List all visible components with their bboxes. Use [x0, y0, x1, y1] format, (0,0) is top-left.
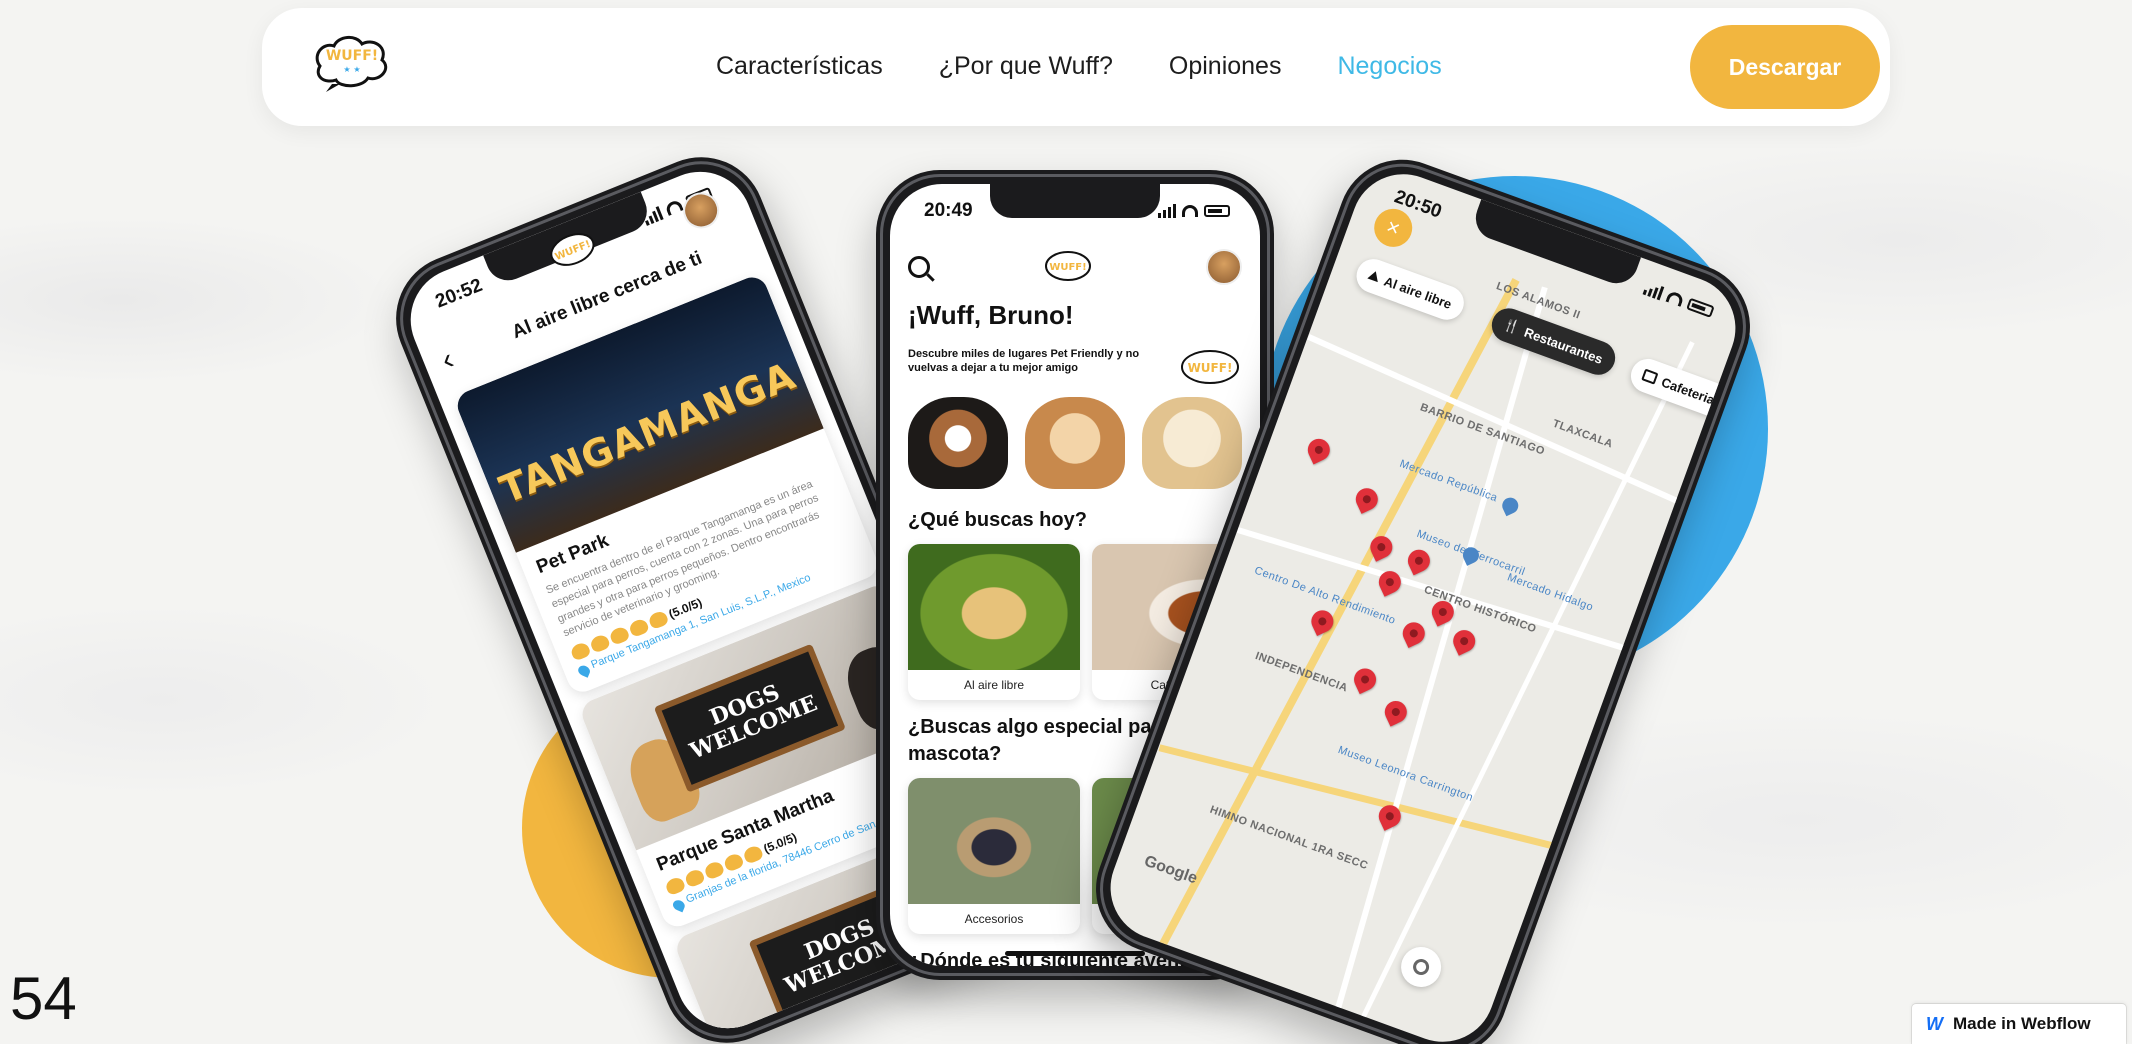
filter-chip-restaurantes[interactable]: 🍴 Restaurantes — [1487, 303, 1620, 380]
map-marker[interactable] — [1381, 697, 1411, 727]
signal-icon — [1642, 281, 1665, 301]
category-image — [908, 544, 1080, 670]
location-pin-icon — [576, 663, 592, 678]
coffee-cup-icon — [1641, 368, 1659, 385]
dog-image — [1141, 397, 1242, 489]
paw-icon — [647, 609, 670, 630]
paw-icon — [663, 875, 687, 896]
status-icons — [1158, 204, 1230, 218]
category-card-al-aire-libre[interactable]: Al aire libre — [908, 544, 1080, 700]
status-time: 20:49 — [924, 200, 973, 221]
chip-label: Restaurantes — [1522, 324, 1605, 367]
map-label: Mercado Hidalgo — [1505, 571, 1595, 614]
chip-label: Al aire libre — [1382, 273, 1454, 312]
svg-text:WUFF!: WUFF! — [1188, 361, 1233, 375]
map-marker[interactable] — [1404, 546, 1434, 576]
home-indicator — [1005, 951, 1145, 956]
battery-icon — [1204, 205, 1230, 217]
signal-icon — [1158, 204, 1176, 218]
category-card-accesorios[interactable]: Accesorios — [908, 778, 1080, 934]
banner-text: Descubre miles de lugares Pet Friendly y… — [908, 348, 1140, 375]
tree-icon: ⛰ — [1366, 266, 1382, 285]
paw-icon — [722, 851, 745, 873]
wuff-banner-logo: WUFF! — [1181, 350, 1239, 384]
category-label: Accesorios — [964, 912, 1024, 926]
dog-image — [1024, 397, 1126, 489]
fork-knife-icon: 🍴 — [1501, 316, 1523, 336]
wuff-small-logo: WUFF! — [1045, 251, 1091, 281]
wifi-icon — [1182, 205, 1198, 217]
page-number: 54 — [10, 965, 77, 1032]
map-label: HIMNO NACIONAL 1RA SECC — [1208, 803, 1370, 873]
location-pin-icon — [671, 898, 687, 912]
place-image-sign: DOGS WELCOME — [653, 643, 846, 793]
avatar[interactable] — [1206, 249, 1242, 285]
webflow-badge-label: Made in Webflow — [1953, 1014, 2091, 1033]
paw-icon — [588, 632, 611, 654]
dog-image — [908, 397, 1009, 489]
search-icon[interactable] — [908, 256, 930, 278]
map-road — [1307, 334, 1694, 511]
map-poi-pin[interactable] — [1499, 495, 1521, 517]
category-image — [908, 778, 1080, 904]
navbar: WUFF! ★ ★ Características ¿Por que Wuff?… — [262, 8, 1890, 126]
google-logo: Google — [1141, 852, 1200, 888]
map-marker[interactable] — [1399, 618, 1429, 648]
svg-text:★ ★: ★ ★ — [343, 65, 360, 74]
nav-opiniones[interactable]: Opiniones — [1169, 52, 1282, 81]
paw-icon — [741, 843, 765, 865]
promo-banner[interactable]: Descubre miles de lugares Pet Friendly y… — [908, 347, 1242, 389]
filter-chip-al-aire-libre[interactable]: ⛰ Al aire libre — [1351, 254, 1469, 325]
webflow-badge[interactable]: W Made in Webflow — [1912, 1004, 2126, 1044]
wifi-icon — [1665, 290, 1685, 307]
paw-icon — [683, 867, 706, 888]
paw-icon — [627, 616, 650, 638]
nav-links: Características ¿Por que Wuff? Opiniones… — [716, 52, 1442, 81]
battery-icon — [1686, 297, 1715, 318]
map-marker[interactable] — [1304, 435, 1334, 465]
category-label: Al aire libre — [963, 678, 1025, 692]
download-button[interactable]: Descargar — [1690, 25, 1880, 109]
app-topbar: WUFF! — [908, 240, 1242, 294]
paw-icon — [608, 624, 631, 646]
nav-por-que-wuff[interactable]: ¿Por que Wuff? — [939, 52, 1113, 81]
nav-caracteristicas[interactable]: Características — [716, 52, 883, 81]
wifi-icon — [664, 198, 684, 216]
status-time: 20:52 — [432, 274, 486, 313]
wuff-logo[interactable]: WUFF! ★ ★ — [310, 32, 394, 92]
locate-me-button[interactable] — [1395, 941, 1447, 993]
chip-label: Cafeterias — [1659, 374, 1724, 410]
signal-icon — [642, 206, 664, 226]
nav-negocios[interactable]: Negocios — [1337, 52, 1441, 81]
svg-text:WUFF!: WUFF! — [326, 48, 378, 64]
map-road — [1326, 286, 1548, 1038]
map-marker[interactable] — [1352, 484, 1382, 514]
section-title: ¿Qué buscas hoy? — [908, 509, 1087, 531]
status-bar: 20:49 — [924, 198, 1230, 224]
status-icons — [1642, 281, 1715, 319]
greeting: ¡Wuff, Bruno! — [908, 300, 1074, 330]
map-marker[interactable] — [1449, 626, 1479, 656]
svg-text:WUFF!: WUFF! — [1049, 262, 1086, 273]
map-marker[interactable] — [1350, 664, 1380, 695]
webflow-icon: W — [1926, 1013, 1943, 1034]
paw-icon — [569, 640, 592, 662]
paw-icon — [702, 859, 726, 881]
banner-dogs — [908, 397, 1242, 493]
